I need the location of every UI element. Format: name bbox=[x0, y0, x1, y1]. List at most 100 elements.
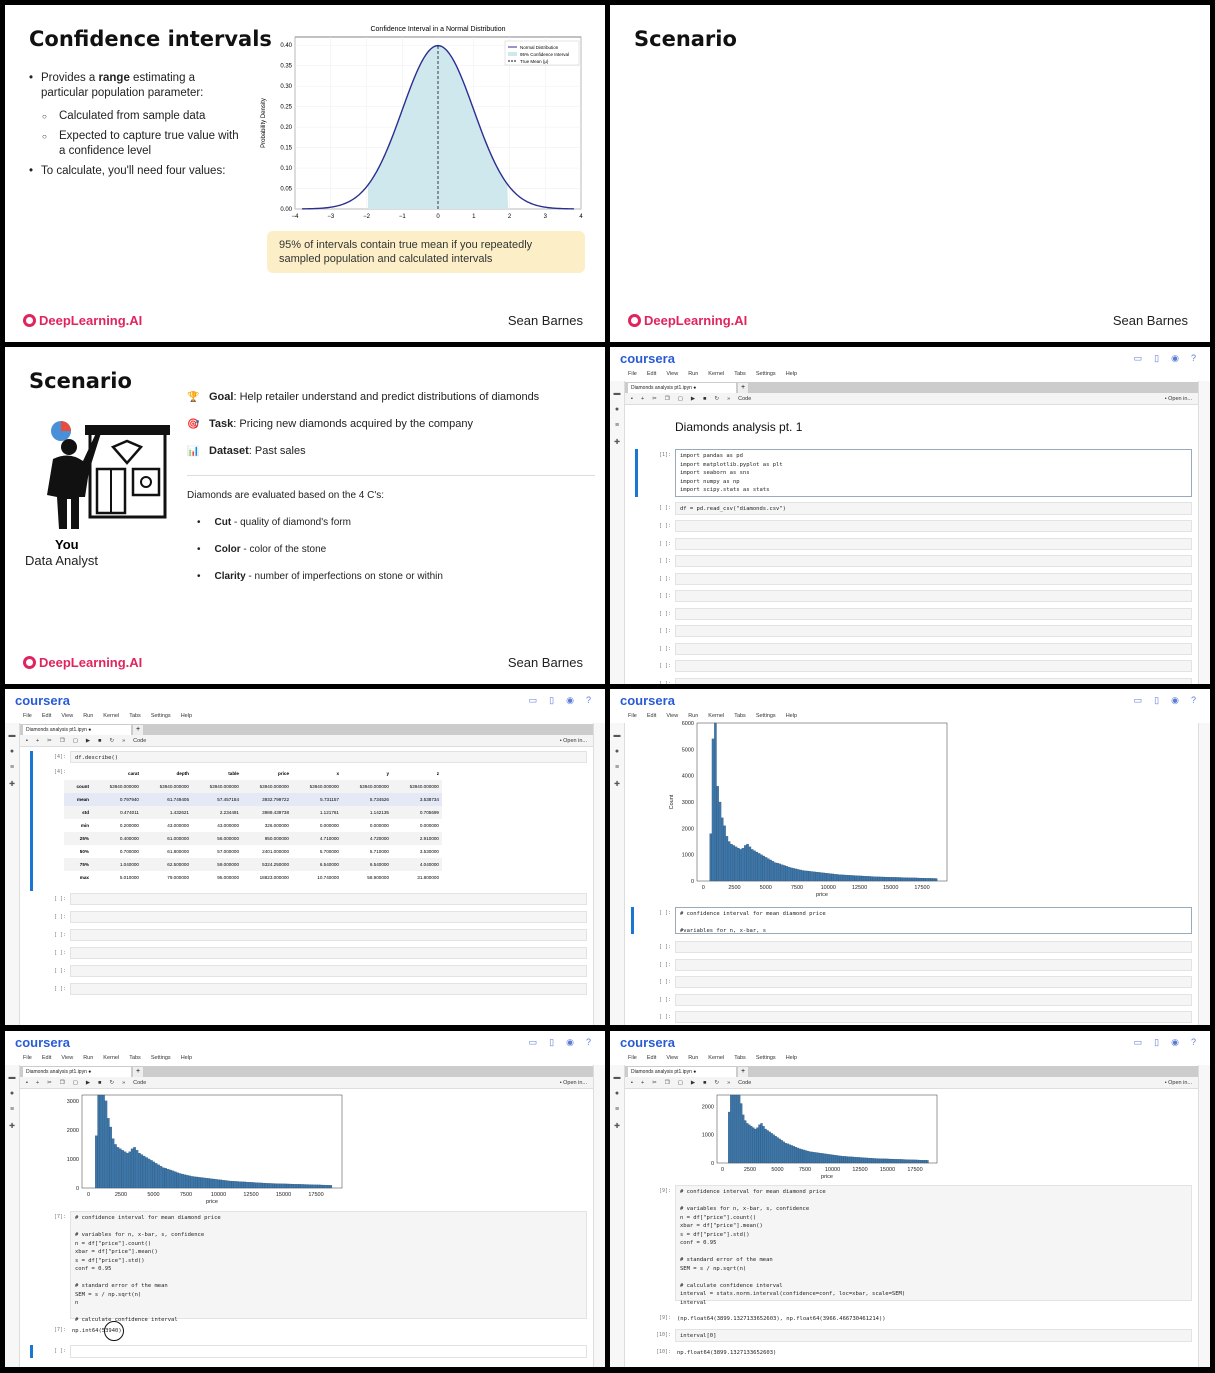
empty-cell[interactable]: [ ]: bbox=[631, 572, 1194, 585]
empty-cell[interactable]: [ ]: bbox=[631, 642, 1194, 655]
owl-icon[interactable]: ◉ bbox=[1171, 695, 1179, 706]
file-icon[interactable]: ▯ bbox=[1154, 353, 1159, 364]
menu-item-tabs[interactable]: Tabs bbox=[129, 1055, 141, 1061]
cut-icon[interactable]: ✂ bbox=[652, 396, 657, 402]
empty-cell[interactable]: [ ]: bbox=[631, 1011, 1194, 1023]
open-in-button[interactable]: • Open in... bbox=[560, 738, 587, 744]
restart-icon[interactable]: ↻ bbox=[109, 738, 114, 744]
empty-cell[interactable]: [ ]: bbox=[631, 993, 1194, 1006]
code-text[interactable]: import pandas as pd import matplotlib.py… bbox=[676, 450, 1191, 497]
fast-forward-icon[interactable]: » bbox=[122, 738, 125, 744]
restart-icon[interactable]: ↻ bbox=[109, 1080, 114, 1086]
folder-icon[interactable]: ▭ bbox=[1134, 353, 1143, 364]
menu-item-file[interactable]: File bbox=[23, 713, 32, 719]
folder-icon[interactable]: ▭ bbox=[1134, 1037, 1143, 1048]
menu-item-view[interactable]: View bbox=[666, 371, 678, 377]
extension-icon[interactable]: ✚ bbox=[610, 780, 624, 788]
folder-icon[interactable]: ▬ bbox=[5, 732, 19, 739]
toc-icon[interactable]: ≡ bbox=[610, 1106, 624, 1113]
fast-forward-icon[interactable]: » bbox=[727, 1080, 730, 1086]
copy-icon[interactable]: ❐ bbox=[665, 396, 670, 402]
menu-item-file[interactable]: File bbox=[23, 1055, 32, 1061]
run-icon[interactable]: ▶ bbox=[86, 1080, 90, 1086]
menu-item-help[interactable]: Help bbox=[181, 1055, 192, 1061]
stop-icon[interactable]: ■ bbox=[703, 396, 706, 402]
code-cell-describe[interactable]: [4]: df.describe() bbox=[26, 751, 589, 763]
menu-item-help[interactable]: Help bbox=[786, 1055, 797, 1061]
file-icon[interactable]: ▯ bbox=[549, 695, 554, 706]
copy-icon[interactable]: ❐ bbox=[60, 1080, 65, 1086]
owl-icon[interactable]: ◉ bbox=[1171, 1037, 1179, 1048]
folder-icon[interactable]: ▭ bbox=[529, 695, 538, 706]
owl-icon[interactable]: ◉ bbox=[566, 695, 574, 706]
empty-cell[interactable]: [ ]: bbox=[631, 607, 1194, 620]
empty-cell[interactable]: [ ]: bbox=[26, 911, 589, 923]
menu-item-settings[interactable]: Settings bbox=[151, 1055, 171, 1061]
menu-item-kernel[interactable]: Kernel bbox=[708, 1055, 724, 1061]
code-cell-confidence[interactable]: [ ]: # confidence interval for mean diam… bbox=[631, 907, 1194, 934]
cell-type-select[interactable]: Code bbox=[738, 396, 751, 402]
add-icon[interactable]: + bbox=[641, 396, 644, 402]
running-icon[interactable]: ● bbox=[5, 748, 19, 755]
empty-cell[interactable]: [ ]: bbox=[631, 520, 1194, 532]
menu-item-kernel[interactable]: Kernel bbox=[708, 371, 724, 377]
help-icon[interactable]: ? bbox=[1191, 353, 1196, 364]
save-icon[interactable]: ▪ bbox=[631, 1080, 633, 1086]
add-icon[interactable]: + bbox=[641, 1080, 644, 1086]
file-icon[interactable]: ▯ bbox=[1154, 695, 1159, 706]
code-cell-imports[interactable]: [1]: import pandas as pd import matplotl… bbox=[631, 449, 1194, 497]
running-icon[interactable]: ● bbox=[610, 406, 624, 413]
extension-icon[interactable]: ✚ bbox=[610, 1122, 624, 1130]
menu-item-settings[interactable]: Settings bbox=[151, 713, 171, 719]
open-in-button[interactable]: • Open in... bbox=[1165, 1080, 1192, 1086]
owl-icon[interactable]: ◉ bbox=[1171, 353, 1179, 364]
menu-item-edit[interactable]: Edit bbox=[42, 713, 51, 719]
toc-icon[interactable]: ≡ bbox=[610, 764, 624, 771]
menu-item-edit[interactable]: Edit bbox=[647, 371, 656, 377]
empty-cell[interactable]: [ ]: bbox=[26, 965, 589, 977]
menu-item-kernel[interactable]: Kernel bbox=[103, 713, 119, 719]
new-tab-button[interactable]: + bbox=[133, 1067, 143, 1077]
cut-icon[interactable]: ✂ bbox=[47, 1080, 52, 1086]
copy-icon[interactable]: ❐ bbox=[60, 738, 65, 744]
owl-icon[interactable]: ◉ bbox=[566, 1037, 574, 1048]
menu-item-file[interactable]: File bbox=[628, 1055, 637, 1061]
toc-icon[interactable]: ≡ bbox=[5, 764, 19, 771]
notebook-tab[interactable]: Diamonds analysis pt1.ipyn ● bbox=[23, 1067, 131, 1077]
empty-cell[interactable]: [ ]: bbox=[631, 537, 1194, 550]
menu-item-file[interactable]: File bbox=[628, 371, 637, 377]
code-cell-confidence[interactable]: [9]: # confidence interval for mean diam… bbox=[631, 1185, 1194, 1306]
empty-cell[interactable]: [ ]: bbox=[631, 677, 1194, 684]
menu-item-view[interactable]: View bbox=[61, 713, 73, 719]
copy-icon[interactable]: ❐ bbox=[665, 1080, 670, 1086]
folder-icon[interactable]: ▭ bbox=[1134, 695, 1143, 706]
empty-cell[interactable]: [ ]: bbox=[631, 555, 1194, 567]
folder-icon[interactable]: ▬ bbox=[610, 732, 624, 739]
menu-item-view[interactable]: View bbox=[61, 1055, 73, 1061]
new-tab-button[interactable]: + bbox=[133, 725, 143, 735]
cut-icon[interactable]: ✂ bbox=[652, 1080, 657, 1086]
add-icon[interactable]: + bbox=[36, 1080, 39, 1086]
folder-icon[interactable]: ▭ bbox=[529, 1037, 538, 1048]
code-cell-interval-index[interactable]: [10]: interval[0] bbox=[631, 1329, 1194, 1342]
empty-cell[interactable]: [ ]: bbox=[631, 660, 1194, 672]
save-icon[interactable]: ▪ bbox=[26, 1080, 28, 1086]
open-in-button[interactable]: • Open in... bbox=[1165, 396, 1192, 402]
folder-icon[interactable]: ▬ bbox=[610, 390, 624, 397]
extension-icon[interactable]: ✚ bbox=[5, 780, 19, 788]
save-icon[interactable]: ▪ bbox=[631, 396, 633, 402]
empty-cell[interactable]: [ ]: bbox=[631, 625, 1194, 637]
empty-cell[interactable]: [ ]: bbox=[631, 590, 1194, 602]
file-icon[interactable]: ▯ bbox=[1154, 1037, 1159, 1048]
menu-item-edit[interactable]: Edit bbox=[42, 1055, 51, 1061]
help-icon[interactable]: ? bbox=[1191, 695, 1196, 706]
run-icon[interactable]: ▶ bbox=[86, 738, 90, 744]
empty-cell[interactable]: [ ]: bbox=[26, 983, 589, 995]
help-icon[interactable]: ? bbox=[1191, 1037, 1196, 1048]
notebook-tab[interactable]: Diamonds analysis pt1.ipyn ● bbox=[23, 725, 131, 735]
cell-type-select[interactable]: Code bbox=[133, 1080, 146, 1086]
help-icon[interactable]: ? bbox=[586, 695, 591, 706]
notebook-tab[interactable]: Diamonds analysis pt1.ipyn ● bbox=[628, 383, 736, 393]
paste-icon[interactable]: ▢ bbox=[73, 1080, 78, 1086]
running-icon[interactable]: ● bbox=[610, 1090, 624, 1097]
